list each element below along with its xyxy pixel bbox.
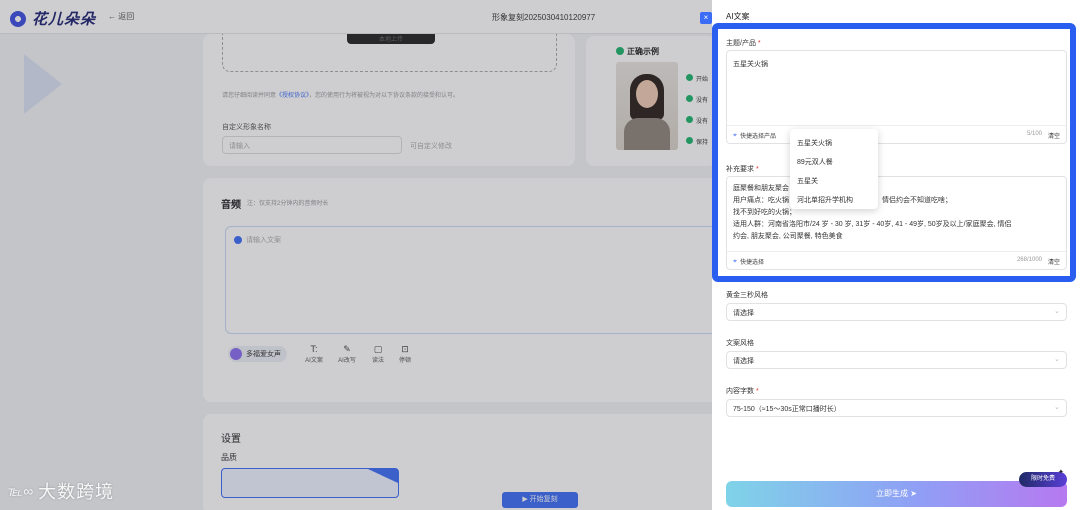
generate-button[interactable]: 立即生成 ➤ xyxy=(726,481,1067,507)
dropdown-option[interactable]: 五星关 xyxy=(790,172,878,191)
close-icon[interactable]: × xyxy=(700,12,712,24)
quick-select-extra[interactable]: ⌖ 快捷选择 xyxy=(733,257,764,267)
topic-input[interactable]: 五星关火锅 ⌖ 快捷选择产品 5/100 清空 xyxy=(726,50,1067,144)
ai-copy-drawer: AI文案 主题/产品 * 五星关火锅 ⌖ 快捷选择产品 5/100 清空 补充要求… xyxy=(712,0,1080,510)
copy-style-label: 文案风格 xyxy=(726,340,754,347)
quick-select-product[interactable]: ⌖ 快捷选择产品 xyxy=(733,131,776,141)
dropdown-option[interactable]: 89元双人餐 xyxy=(790,153,878,172)
chevron-down-icon: ⌄ xyxy=(1054,356,1060,363)
extra-counter: 268/1000 xyxy=(1016,257,1042,263)
chevron-down-icon: ⌄ xyxy=(1054,308,1060,315)
copy-style-select[interactable]: 请选择 ⌄ xyxy=(726,351,1067,369)
topic-clear-button[interactable]: 清空 xyxy=(1048,131,1060,140)
dropdown-option[interactable]: 河北单招升学机构 xyxy=(790,191,878,210)
background-app: 花儿朵朵 ← 返回 形象复刻2025030410120977 本地上传 请您仔细… xyxy=(0,0,712,510)
topic-label: 主题/产品 * xyxy=(726,40,761,47)
dropdown-option[interactable]: 五星关火锅 xyxy=(790,134,878,153)
drawer-title: AI文案 xyxy=(726,12,750,21)
quick-select-icon: ⌖ xyxy=(733,131,737,139)
word-count-label: 内容字数 * xyxy=(726,388,759,395)
watermark-logo: ℡∞ xyxy=(8,482,35,499)
extra-label: 补充要求 * xyxy=(726,166,759,173)
word-count-select[interactable]: 75-150（≈15～30s正常口播时长） ⌄ xyxy=(726,399,1067,417)
golden-style-label: 黄金三秒风格 xyxy=(726,292,768,299)
sparkle-icon: ✦ xyxy=(1058,469,1064,476)
product-dropdown: 五星关火锅 89元双人餐 五星关 河北单招升学机构 xyxy=(790,129,878,209)
quick-select-icon: ⌖ xyxy=(733,257,737,265)
topic-counter: 5/100 xyxy=(1026,131,1042,137)
modal-overlay[interactable] xyxy=(0,0,712,510)
extra-requirements-input[interactable]: 庭聚餐和朋友聚会 用户痛点：吃火锅 去哪；家庭聚餐不知道吃啥；情侣约会不知道吃啥… xyxy=(726,176,1067,270)
golden-style-select[interactable]: 请选择 ⌄ xyxy=(726,303,1067,321)
chevron-down-icon: ⌄ xyxy=(1054,404,1060,411)
extra-clear-button[interactable]: 清空 xyxy=(1048,257,1060,266)
watermark: ℡∞ 大数跨境 xyxy=(8,482,115,502)
